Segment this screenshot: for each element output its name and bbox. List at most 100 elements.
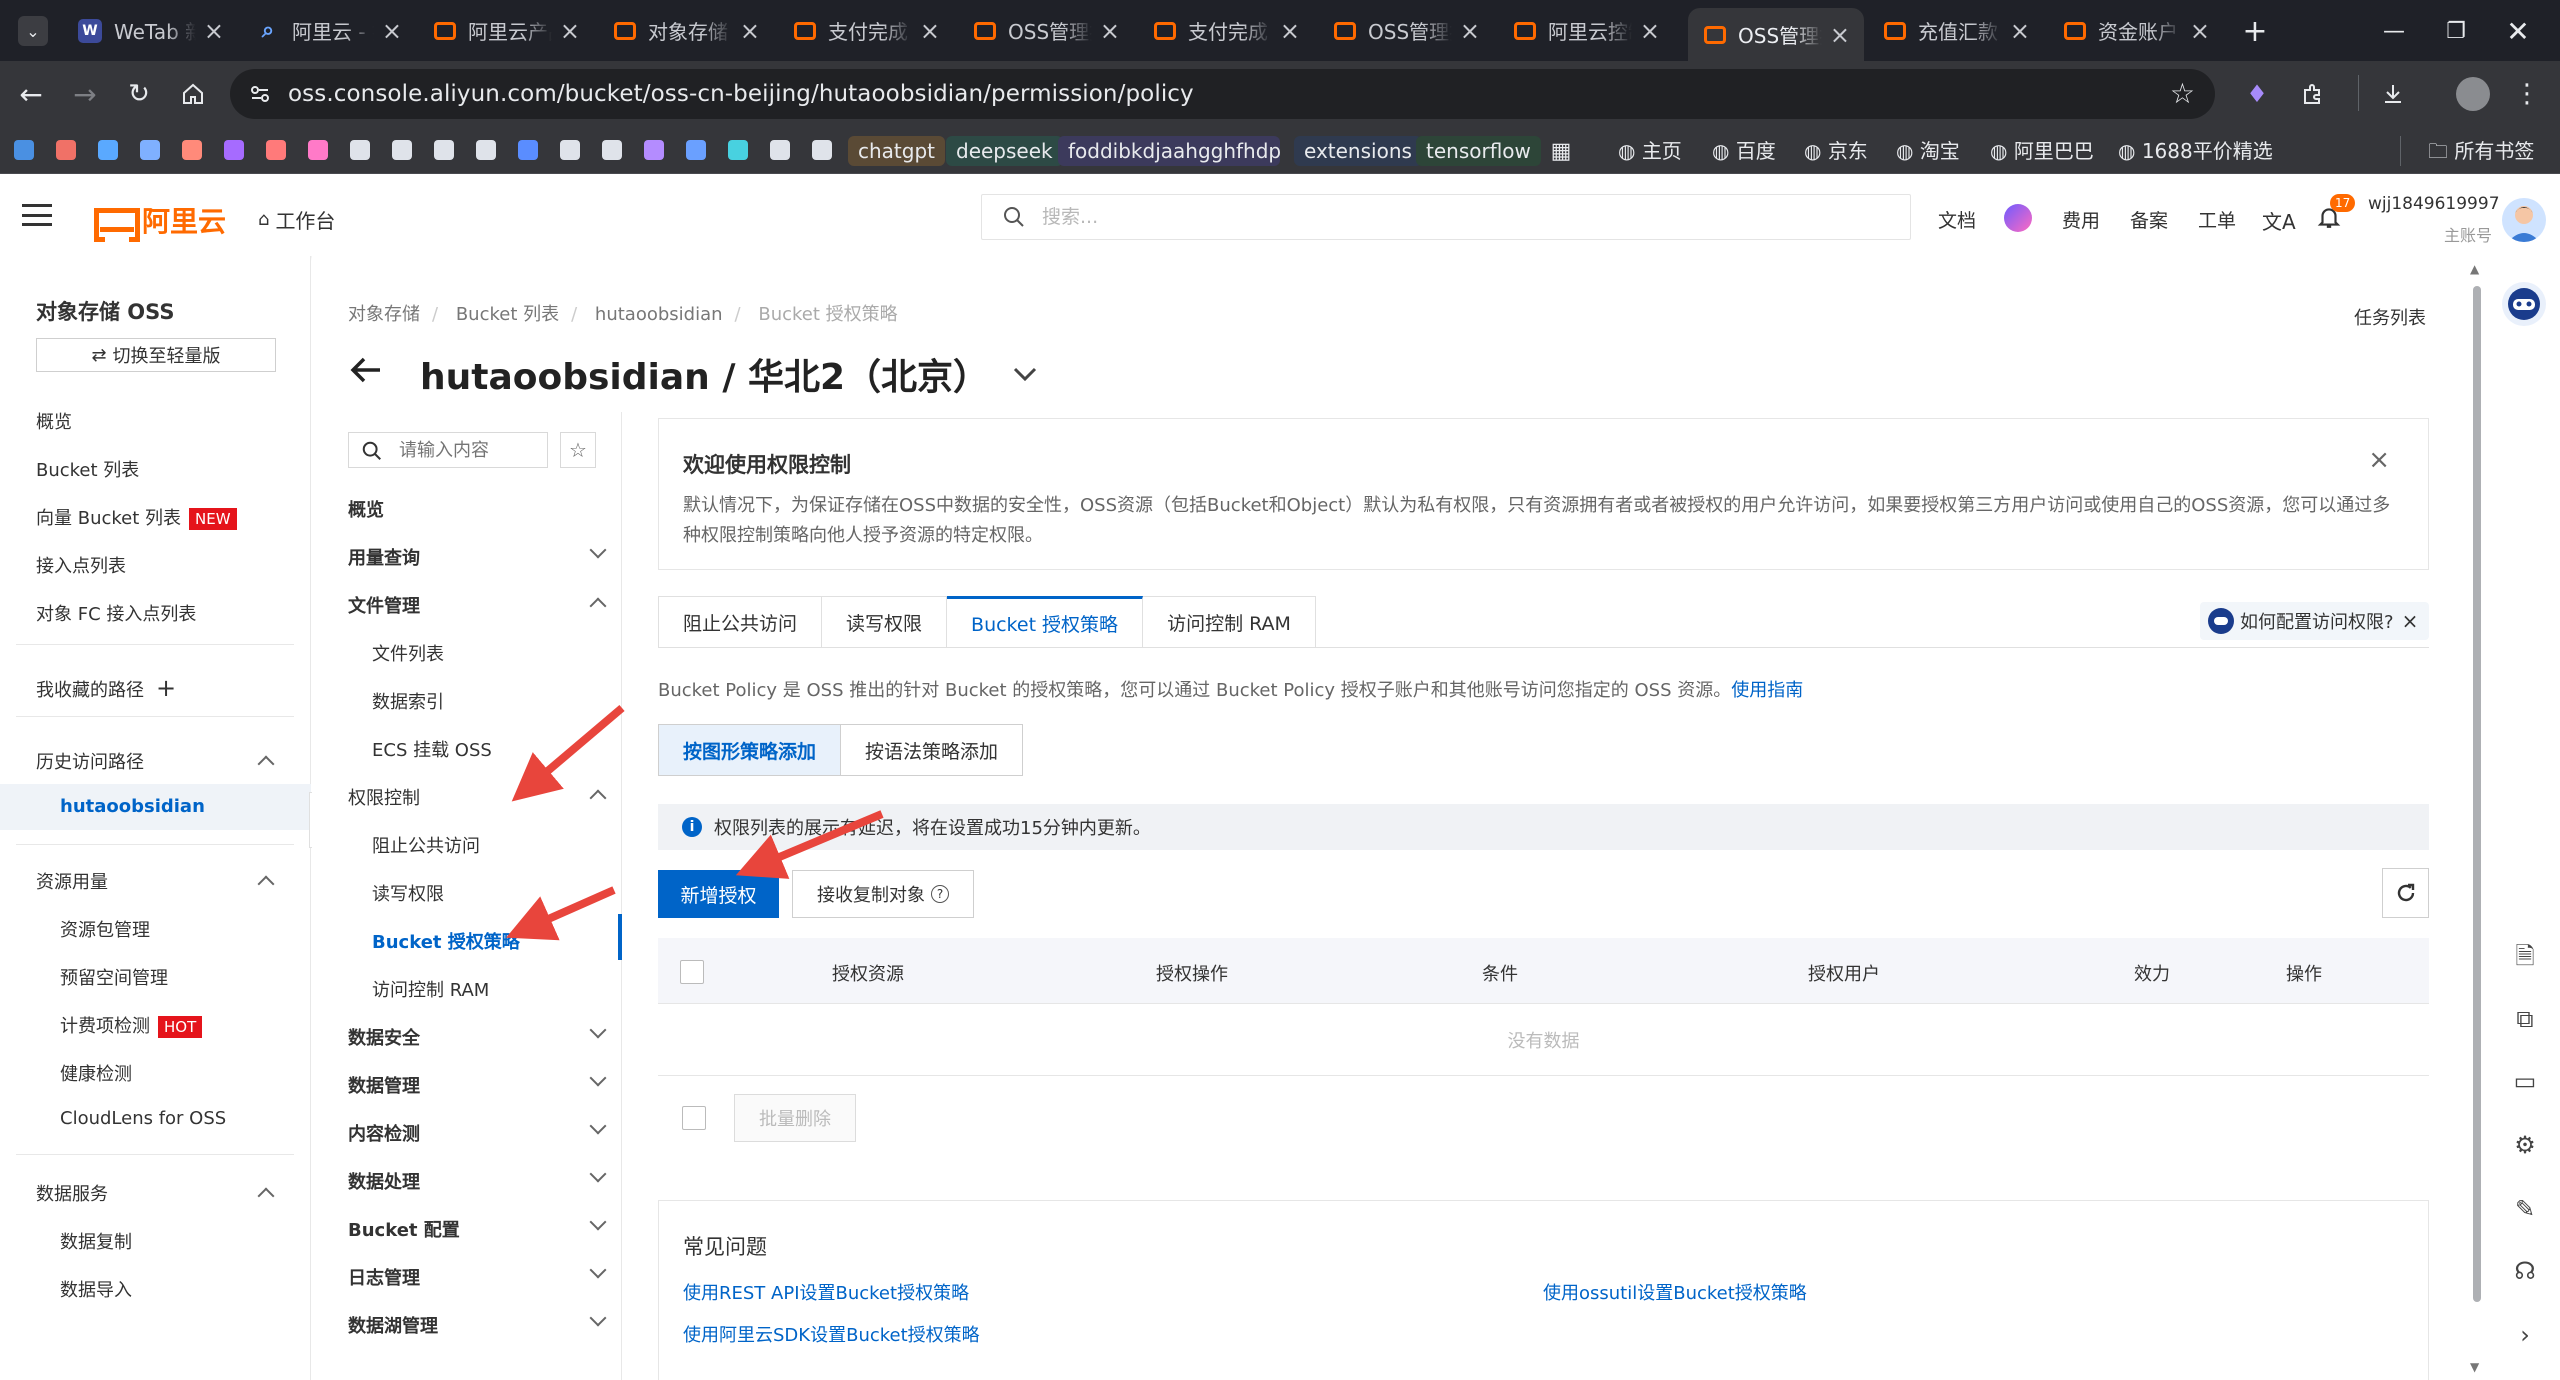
close-icon[interactable]: × [1452,17,1480,45]
bookmark-icon[interactable] [644,140,664,160]
resources-section[interactable]: 资源用量 [36,868,108,894]
chevron-down-icon[interactable] [589,1165,607,1183]
edit-icon[interactable]: ✎ [2510,1194,2540,1224]
tab-aliyun-4[interactable]: OSS管理控制台× [958,10,1134,51]
refresh-button[interactable] [2382,868,2429,918]
site-info-icon[interactable] [248,82,272,110]
aliyun-logo[interactable]: 阿里云 [94,200,226,242]
chevron-down-icon[interactable] [589,1261,607,1279]
all-bookmarks[interactable]: 🗀 所有书签 [2428,136,2534,166]
bookmark-icon[interactable] [518,140,538,160]
bookmark-tensorflow[interactable]: tensorflow [1416,136,1541,166]
tab-aliyun-5[interactable]: 支付完成 × [1138,10,1314,51]
bookmark-icon[interactable] [224,140,244,160]
tab-block-public[interactable]: 阻止公共访问 [658,596,823,648]
bookmark-icon[interactable] [182,140,202,160]
syntax-policy-button[interactable]: 按语法策略添加 [841,724,1024,776]
tab-aliyun-9[interactable]: 资金账户 × [2048,10,2224,51]
close-icon[interactable]: × [1272,17,1300,45]
menu-icon[interactable] [22,204,52,226]
nav-ram[interactable]: 访问控制 RAM [372,976,489,1002]
faq-link-sdk[interactable]: 使用阿里云SDK设置Bucket授权策略 [683,1321,980,1347]
tab-aliyun-active[interactable]: OSS管理控制台× [1688,8,1864,61]
tab-aliyun-8[interactable]: 充值汇款 × [1868,10,2044,51]
tab-search[interactable]: ⌕ 阿里云 - 搜索× [240,10,416,51]
close-icon[interactable]: × [2402,609,2419,633]
sidebar-item-data-replication[interactable]: 数据复制 [60,1228,132,1254]
robot-assistant-icon[interactable] [2502,282,2546,326]
apps-grid-icon[interactable]: ▦ [1546,137,1576,165]
bookmark-alibaba[interactable]: ◍ 阿里巴巴 [1990,136,2094,166]
workbench-link[interactable]: ⌂ 工作台 [258,205,335,234]
nav-content-detect[interactable]: 内容检测 [348,1120,420,1146]
bookmark-1688[interactable]: ◍ 1688平价精选 [2118,136,2273,166]
nav-log-mgmt[interactable]: 日志管理 [348,1264,420,1290]
bookmark-jd[interactable]: ◍ 京东 [1804,136,1868,166]
support-icon[interactable]: ☊ [2510,1256,2540,1286]
bookmark-home[interactable]: ◍ 主页 [1618,136,1682,166]
minimize-icon[interactable]: — [2376,14,2412,48]
chevron-up-icon[interactable] [589,597,607,615]
faq-link-rest-api[interactable]: 使用REST API设置Bucket授权策略 [683,1279,969,1305]
chevron-down-icon[interactable] [589,541,607,559]
sidebar-item-overview[interactable]: 概览 [36,408,72,434]
close-icon[interactable]: × [2182,17,2210,45]
sidebar-item-cloudlens[interactable]: CloudLens for OSS [60,1108,226,1129]
sidebar-item-access-points[interactable]: 接入点列表 [36,552,126,578]
home-icon[interactable] [176,77,210,111]
nav-search[interactable] [348,432,548,468]
scrollbar-thumb[interactable] [2473,286,2481,1302]
batch-delete-button[interactable]: 批量删除 [734,1094,856,1142]
console-search-input[interactable] [1042,206,1742,228]
back-arrow-icon[interactable] [348,352,384,388]
chevron-down-icon[interactable] [1013,349,1037,390]
bookmark-extensions[interactable]: extensions [1294,136,1422,166]
receive-copy-button[interactable]: 接收复制对象? [792,870,974,918]
scroll-up-icon[interactable]: ▲ [2470,262,2479,276]
tab-bucket-policy[interactable]: Bucket 授权策略 [947,596,1144,648]
chevron-up-icon[interactable] [257,875,275,893]
sidebar-item-fc-access-points[interactable]: 对象 FC 接入点列表 [36,600,196,626]
close-icon[interactable]: × [732,17,760,45]
history-section[interactable]: 历史访问路径 [36,748,144,774]
restore-icon[interactable]: ❐ [2438,14,2474,48]
tab-read-write[interactable]: 读写权限 [822,596,948,648]
bookmark-taobao[interactable]: ◍ 淘宝 [1896,136,1960,166]
chevron-down-icon[interactable] [589,1213,607,1231]
sidebar-item-health-check[interactable]: 健康检测 [60,1060,132,1086]
history-item-hutaoobsidian[interactable]: hutaoobsidian [60,796,205,817]
faq-link-ossutil[interactable]: 使用ossutil设置Bucket授权策略 [1543,1279,1807,1305]
breadcrumb-item[interactable]: Bucket 列表 [456,304,559,325]
translate-icon[interactable]: 文A [2262,206,2296,235]
favorite-star-icon[interactable]: ☆ [560,432,596,468]
bookmark-icon[interactable] [140,140,160,160]
tab-aliyun-2[interactable]: 对象存储 OSS× [598,10,774,51]
close-icon[interactable]: × [1092,17,1120,45]
tab-ram[interactable]: 访问控制 RAM [1143,596,1316,648]
close-icon[interactable]: × [374,17,402,45]
breadcrumb-item[interactable]: hutaoobsidian [595,304,723,325]
bookmark-icon[interactable] [434,140,454,160]
close-icon[interactable]: × [1822,21,1850,49]
profile-avatar-icon[interactable] [2456,77,2490,111]
favorites-path[interactable]: 我收藏的路径 + [36,674,176,702]
window-close-icon[interactable]: ✕ [2500,14,2536,48]
nav-data-index[interactable]: 数据索引 [372,688,444,714]
tab-aliyun-1[interactable]: 阿里云产品× [418,10,594,51]
add-icon[interactable]: + [156,674,176,702]
bookmark-icon[interactable] [686,140,706,160]
reload-icon[interactable]: ↻ [122,77,156,111]
bookmark-icon[interactable] [350,140,370,160]
chevron-down-icon[interactable] [589,1069,607,1087]
close-icon[interactable]: × [552,17,580,45]
bookmark-icon[interactable] [266,140,286,160]
help-chip[interactable]: 如何配置访问权限? × [2200,602,2429,640]
nav-block-public[interactable]: 阻止公共访问 [372,832,480,858]
sidebar-item-resource-packages[interactable]: 资源包管理 [60,916,150,942]
bookmark-icon[interactable] [560,140,580,160]
bookmark-extension-id[interactable]: foddibkdjaahgghfhdp... [1058,136,1280,166]
tab-search-icon[interactable]: ⌄ [18,16,48,46]
bookmark-deepseek[interactable]: deepseek [946,136,1063,166]
tab-aliyun-6[interactable]: OSS管理控制台× [1318,10,1494,51]
nav-permission-control[interactable]: 权限控制 [348,784,420,810]
